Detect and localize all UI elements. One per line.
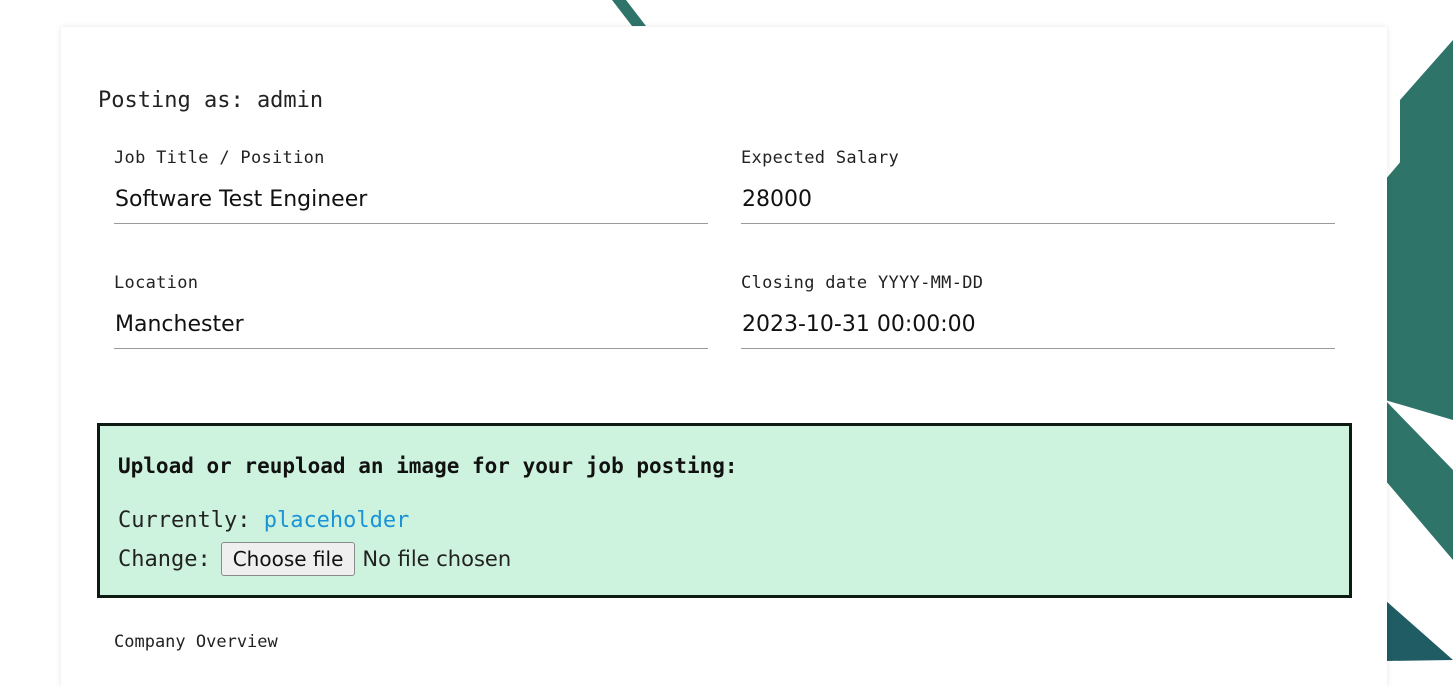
job-title-label: Job Title / Position bbox=[114, 148, 325, 168]
job-title-input[interactable] bbox=[114, 176, 708, 224]
location-label: Location bbox=[114, 273, 199, 293]
image-upload-panel: Upload or reupload an image for your job… bbox=[97, 423, 1352, 598]
posting-as-heading: Posting as: admin bbox=[98, 88, 324, 113]
upload-title: Upload or reupload an image for your job… bbox=[118, 454, 738, 478]
choose-file-button[interactable]: Choose file bbox=[220, 542, 356, 576]
closing-date-label: Closing date YYYY-MM-DD bbox=[741, 273, 984, 293]
currently-label: Currently: bbox=[118, 508, 251, 533]
current-image-row: Currently: placeholder bbox=[118, 508, 409, 533]
company-overview-label: Company Overview bbox=[114, 632, 278, 652]
current-image-link[interactable]: placeholder bbox=[264, 508, 410, 533]
change-label: Change: bbox=[118, 546, 211, 572]
change-image-row: Change: Choose file No file chosen bbox=[118, 542, 511, 576]
closing-date-input[interactable] bbox=[741, 301, 1335, 349]
salary-input[interactable] bbox=[741, 176, 1335, 224]
file-status-text: No file chosen bbox=[362, 547, 512, 571]
salary-label: Expected Salary bbox=[741, 148, 900, 168]
job-form-card: Posting as: admin Job Title / Position E… bbox=[61, 27, 1387, 687]
location-input[interactable] bbox=[114, 301, 708, 349]
